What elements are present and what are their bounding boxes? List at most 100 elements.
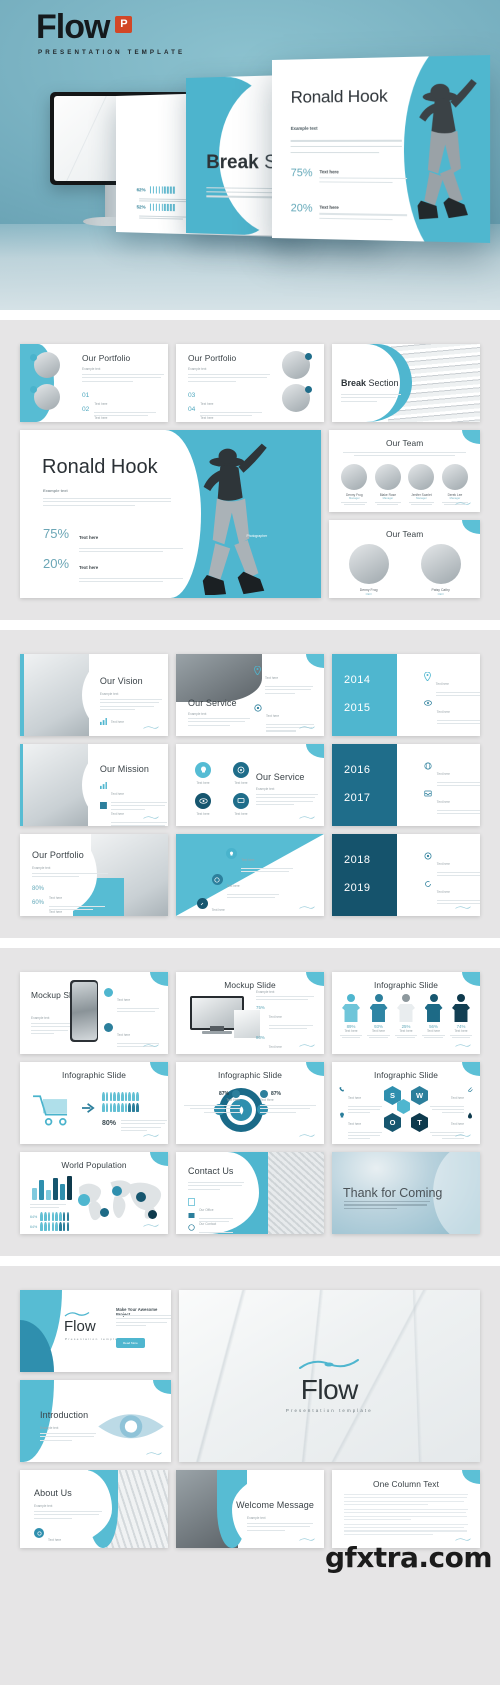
item-label: Text here <box>266 713 280 718</box>
team-member: Denny Frog CEO <box>346 544 392 598</box>
team-member: Blake Rose Manager <box>373 464 403 506</box>
hex-w: W <box>411 1086 428 1105</box>
slide-title: Our Team <box>385 438 424 448</box>
slide-infographic-cart[interactable]: Infographic Slide 80% <box>20 1062 168 1144</box>
slide-subtitle: Example text <box>43 488 68 493</box>
slide-title: Welcome Message <box>236 1500 314 1510</box>
item-label: Text here <box>196 781 210 785</box>
slide-mockup-desktop[interactable]: Mockup Slide Example text 75% Text here … <box>176 972 324 1054</box>
slide-thank-you[interactable]: Thank for Coming <box>332 1152 480 1234</box>
slide-timeline-2[interactable]: 2016 2017 Text here Text here <box>332 744 480 826</box>
item-body: Text here <box>200 406 262 422</box>
chart-bars-icon <box>99 718 107 725</box>
location-pin-icon <box>254 666 261 675</box>
globe-icon <box>424 762 432 770</box>
slide-paragraph <box>343 452 466 459</box>
gear-icon <box>424 852 432 860</box>
slide-infographic-swot[interactable]: Infographic Slide S W O T Text here Text… <box>332 1062 480 1144</box>
slide-cover[interactable]: Flow Presentation template Make Your Awe… <box>20 1290 171 1372</box>
item-label: Text here <box>268 1045 282 1050</box>
big-percent: 80% <box>102 1120 117 1127</box>
break-title-bold: Break <box>341 378 367 388</box>
slide-our-vision[interactable]: Our Vision Example text Text here <box>20 654 168 736</box>
chart-caption <box>30 1204 66 1211</box>
slide-subtitle: Example text <box>34 1504 53 1508</box>
stat-percent: 64% <box>30 1214 38 1219</box>
shopping-cart-icon <box>33 1095 68 1126</box>
phone-mockup <box>70 980 99 1042</box>
slide-title: Infographic Slide <box>373 980 439 990</box>
timeline-body: Text here <box>436 700 480 727</box>
tshirt-shape <box>369 1004 388 1022</box>
slide-our-portfolio-2[interactable]: Our Portfolio Example text 03 Text here … <box>176 344 324 422</box>
stat-label: Text Here <box>260 1098 274 1102</box>
bulb-icon <box>226 848 238 859</box>
flow-logo-mark-icon <box>299 1538 315 1541</box>
avatar <box>341 464 368 490</box>
slide-introduction[interactable]: Introduction Example text <box>20 1380 171 1462</box>
slide-our-portfolio-3[interactable]: Our Portfolio Example text 80% Text here… <box>20 834 168 916</box>
chart-pct-1: 62% <box>136 186 146 193</box>
read-more-button[interactable]: Read More <box>116 1338 145 1348</box>
flow-logo-mark-icon <box>455 1134 471 1137</box>
item-label: Text here <box>117 998 131 1002</box>
item-label: Text here <box>49 910 63 914</box>
slide-our-portfolio-1[interactable]: Our Portfolio Example text 01 Text here … <box>20 344 168 422</box>
flow-logo-mark-icon <box>299 1134 315 1137</box>
slide-ronald-hook[interactable]: Ronald Hook Example text 75% Text here 2… <box>20 430 322 598</box>
slide-contact-us[interactable]: Contact Us Our Office Our Contact <box>176 1152 324 1234</box>
avatar <box>441 464 468 490</box>
people-row <box>40 1212 70 1221</box>
photo-credit: Photographer <box>246 534 268 539</box>
stat-percent: 87% <box>218 1091 229 1097</box>
slide-our-service-1[interactable]: Our Service Example text Text here Text … <box>176 654 324 736</box>
slide-our-team-4[interactable]: Our Team Denny Frog Manager Blake Rose M… <box>329 430 480 512</box>
map-pin-icon <box>136 1192 146 1202</box>
bar-chart <box>32 1176 72 1200</box>
slide-process[interactable]: Text here Text here Text here <box>176 834 324 916</box>
stat-percent: 87% <box>271 1091 282 1097</box>
timeline-body: Text here <box>436 852 480 879</box>
slide-title: One Column Text <box>372 1479 440 1489</box>
slide-timeline-3[interactable]: 2018 2019 Text here Text here <box>332 834 480 916</box>
slide-infographic-shirts[interactable]: Infographic Slide 89% Text here 93% Text… <box>332 972 480 1054</box>
stat-item: 75% Text here <box>256 1005 318 1031</box>
member-role: CEO <box>365 592 372 596</box>
slide-title: Contact Us <box>188 1166 234 1176</box>
timeline-item: Text here <box>423 700 480 727</box>
slide-our-team-2[interactable]: Our Team Denny Frog CEO Patsy Cathy CEO <box>329 520 480 598</box>
timeline-year: 2015 <box>344 702 371 714</box>
team-member: Derek Lee Manager <box>440 464 470 506</box>
bulb-icon <box>340 1112 344 1118</box>
slide-paragraph <box>32 873 108 880</box>
team-member: Jenifer Scarlet Manager <box>406 464 436 506</box>
slide-our-service-2[interactable]: Text here Text here Text here Text here … <box>176 744 324 826</box>
cover-logo: Flow <box>64 1318 96 1335</box>
slide-title: Our Vision <box>99 676 143 686</box>
population-stat: 64% <box>30 1212 70 1221</box>
slide-world-population[interactable]: World Population 64% 64% <box>20 1152 168 1234</box>
item-label: Text here <box>110 812 125 816</box>
slide-infographic-circle[interactable]: Infographic Slide 87% Text Here 87% Text… <box>176 1062 324 1144</box>
people-row <box>102 1092 139 1101</box>
slide-paragraph <box>247 1523 314 1533</box>
timeline-item: Text here <box>424 880 480 907</box>
slide-mockup-phone[interactable]: Mockup Slide Example text Text here Text… <box>20 972 168 1054</box>
stat-percent: 75% <box>43 526 70 541</box>
gear-icon <box>233 762 249 778</box>
monitor-base <box>202 1031 232 1034</box>
slide-about-us[interactable]: About Us Example text Text here <box>20 1470 168 1548</box>
mission-item: Text here <box>99 802 167 826</box>
item-label: Text here <box>436 862 450 866</box>
swot-note: Text here <box>339 1086 383 1115</box>
slide-welcome-message[interactable]: Welcome Message Example text <box>176 1470 324 1548</box>
slide-break-section[interactable]: Break Section <box>332 344 480 422</box>
slide-subtitle: Example text <box>99 692 119 696</box>
product-photo <box>34 352 60 378</box>
slide-big-cover[interactable]: Flow Presentation template <box>178 1290 480 1462</box>
slide-one-column-text[interactable]: One Column Text <box>332 1470 480 1548</box>
slide-our-mission[interactable]: Our Mission Text here Text here <box>20 744 168 826</box>
item-label: Text here <box>94 416 108 420</box>
slide-timeline-1[interactable]: 2014 2015 Text here Text here <box>332 654 480 736</box>
brand-logo: Flow P PRESENTATION TEMPLATE <box>36 10 185 56</box>
